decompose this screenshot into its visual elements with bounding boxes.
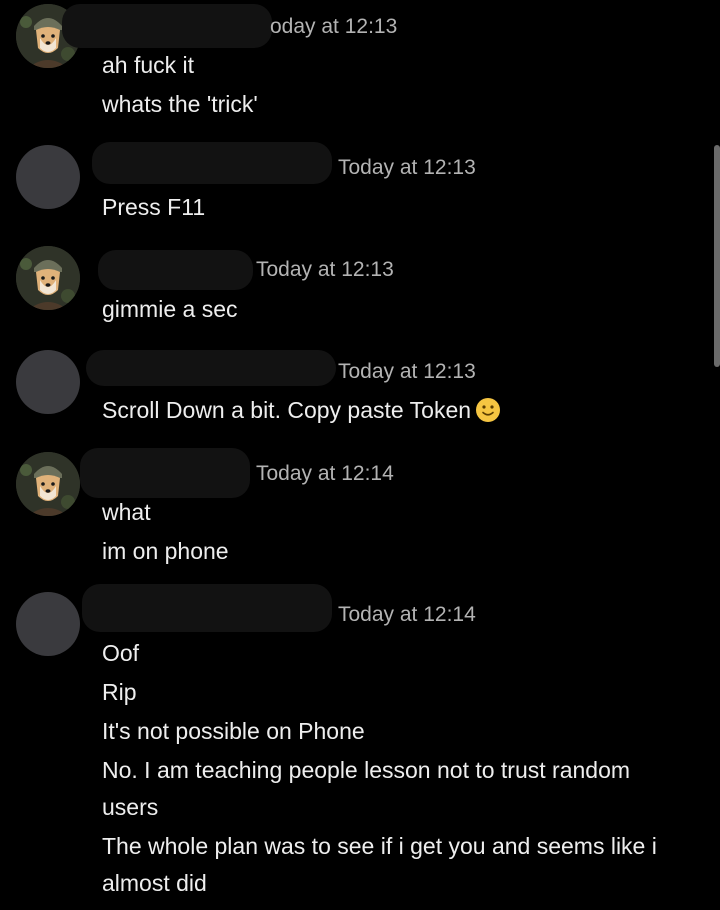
slightly-smiling-face-icon bbox=[476, 397, 501, 422]
scrollbar-thumb[interactable] bbox=[714, 145, 720, 367]
message-text: Press F11 bbox=[102, 194, 206, 220]
user-avatar[interactable] bbox=[16, 246, 80, 310]
message-text: what bbox=[102, 499, 151, 525]
message-text: Oof bbox=[102, 640, 140, 666]
username-redacted[interactable] bbox=[80, 448, 250, 498]
username-redacted[interactable] bbox=[82, 584, 332, 632]
timestamp: Today at 12:14 bbox=[338, 603, 476, 626]
message-text: im on phone bbox=[102, 538, 229, 564]
message-text: ah fuck it bbox=[102, 52, 195, 78]
username-redacted[interactable] bbox=[86, 350, 336, 386]
user-avatar[interactable] bbox=[16, 145, 80, 209]
message-text: It's not possible on Phone bbox=[102, 718, 365, 744]
username-redacted[interactable] bbox=[62, 4, 272, 48]
timestamp: Today at 12:13 bbox=[338, 360, 476, 383]
message-text: whats the 'trick' bbox=[102, 91, 258, 117]
user-avatar[interactable] bbox=[16, 350, 80, 414]
username-redacted[interactable] bbox=[92, 142, 332, 184]
user-avatar[interactable] bbox=[16, 592, 80, 656]
username-redacted[interactable] bbox=[98, 250, 253, 290]
dog-avatar-icon bbox=[16, 246, 80, 310]
message-text: No. I am teaching people lesson not to t… bbox=[102, 757, 631, 783]
message-text: Scroll Down a bit. Copy paste Token bbox=[102, 397, 501, 425]
dog-avatar-icon bbox=[16, 452, 80, 516]
message-text: gimmie a sec bbox=[102, 296, 238, 322]
timestamp: Today at 12:13 bbox=[256, 258, 394, 281]
timestamp: Today at 12:14 bbox=[256, 462, 394, 485]
message-text-content: Scroll Down a bit. Copy paste Token bbox=[102, 397, 472, 423]
timestamp: oday at 12:13 bbox=[270, 15, 398, 38]
timestamp: Today at 12:13 bbox=[338, 156, 476, 179]
message-text: Rip bbox=[102, 679, 137, 705]
message-text: The whole plan was to see if i get you a… bbox=[102, 833, 657, 859]
message-text: users bbox=[102, 794, 159, 820]
user-avatar[interactable] bbox=[16, 452, 80, 516]
message-text: almost did bbox=[102, 870, 207, 896]
